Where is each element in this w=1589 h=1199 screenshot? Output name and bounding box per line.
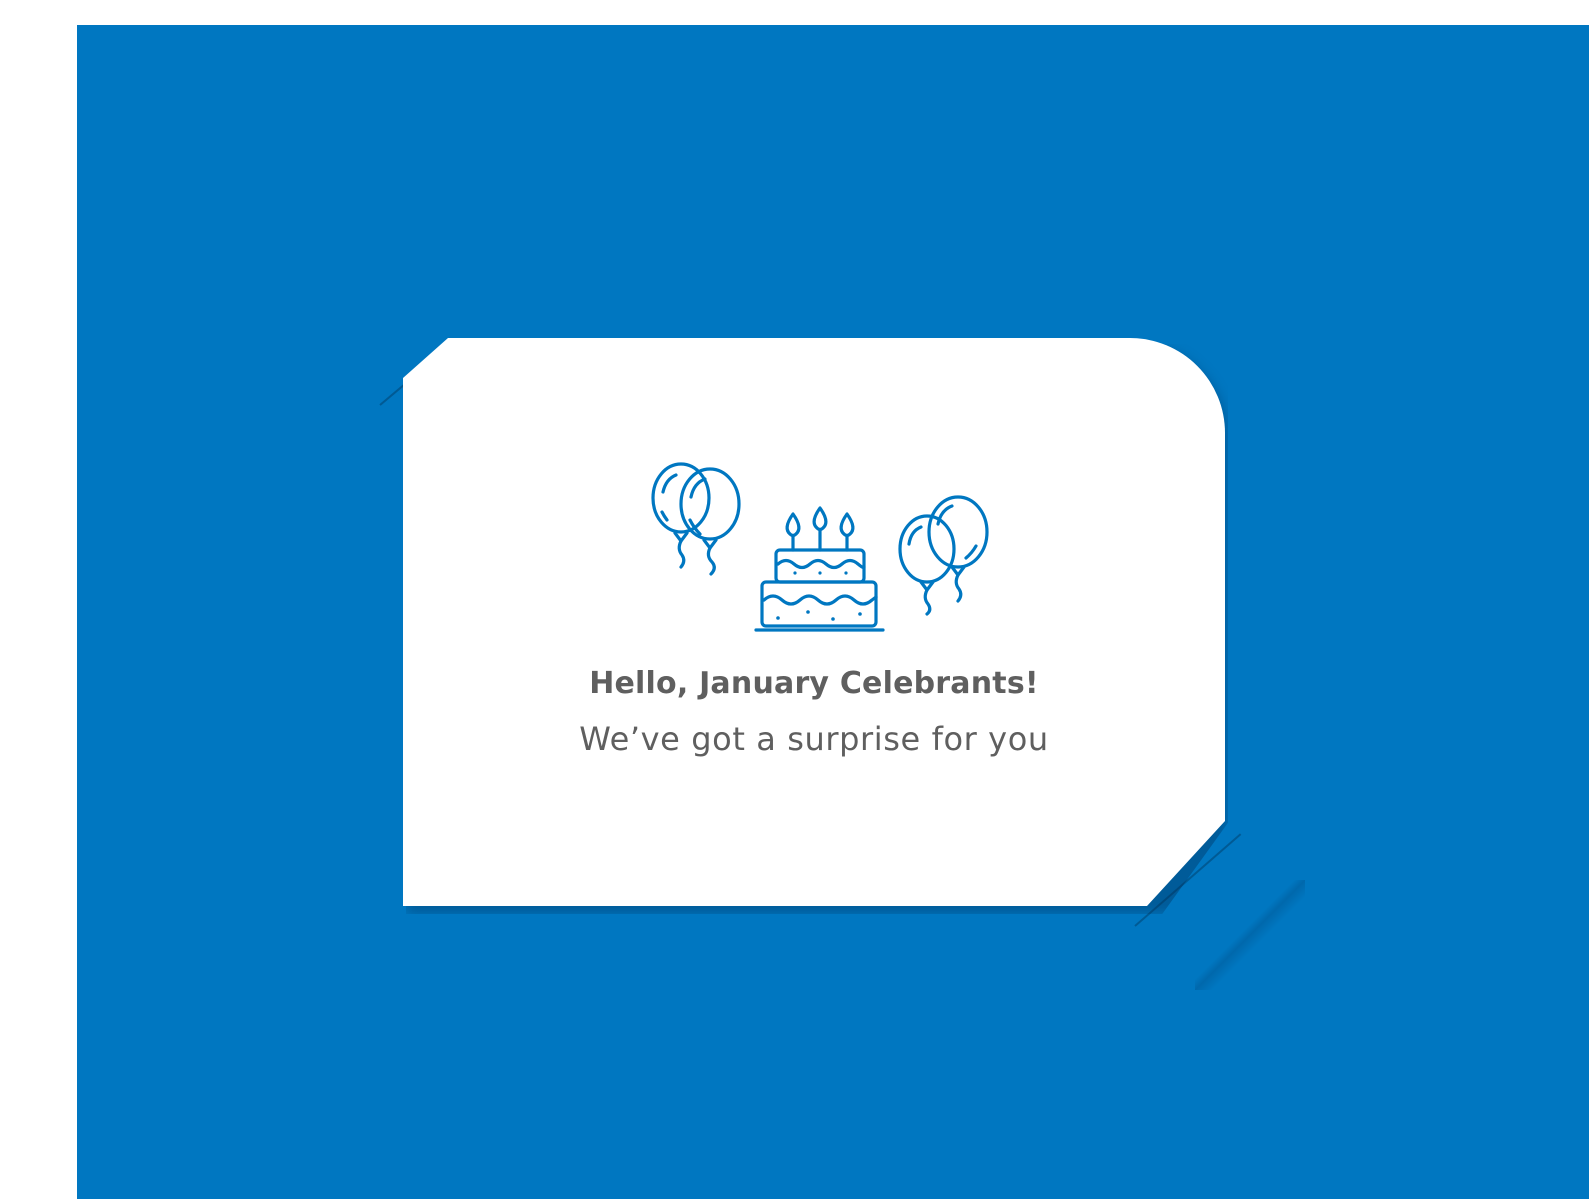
balloons-icon (898, 495, 989, 616)
card-title: Hello, January Celebrants! (589, 666, 1039, 701)
page-canvas: Hello, January Celebrants! We’ve got a s… (0, 0, 1589, 1199)
celebration-illustration (651, 462, 989, 632)
fold-shadow-decoration (1195, 880, 1305, 990)
card-subtitle: We’ve got a surprise for you (579, 720, 1049, 758)
birthday-cake-icon (754, 506, 885, 632)
balloons-icon (651, 462, 741, 576)
